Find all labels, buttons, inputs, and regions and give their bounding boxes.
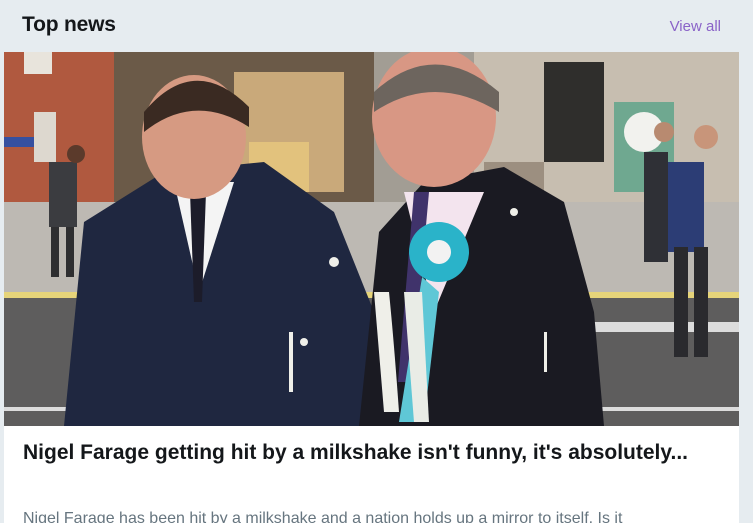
news-photo[interactable] [4,52,739,426]
view-all-link[interactable]: View all [670,18,721,35]
article-headline[interactable]: Nigel Farage getting hit by a milkshake … [23,438,713,468]
section-title: Top news [22,13,116,36]
article-summary: Nigel Farage has been hit by a milkshake… [23,510,623,523]
news-photo-illustration [4,52,739,426]
top-news-widget: Top news View all Nigel Farage getting h… [0,0,753,523]
widget-header: Top news View all [0,0,753,52]
news-card[interactable]: Nigel Farage getting hit by a milkshake … [4,52,739,523]
